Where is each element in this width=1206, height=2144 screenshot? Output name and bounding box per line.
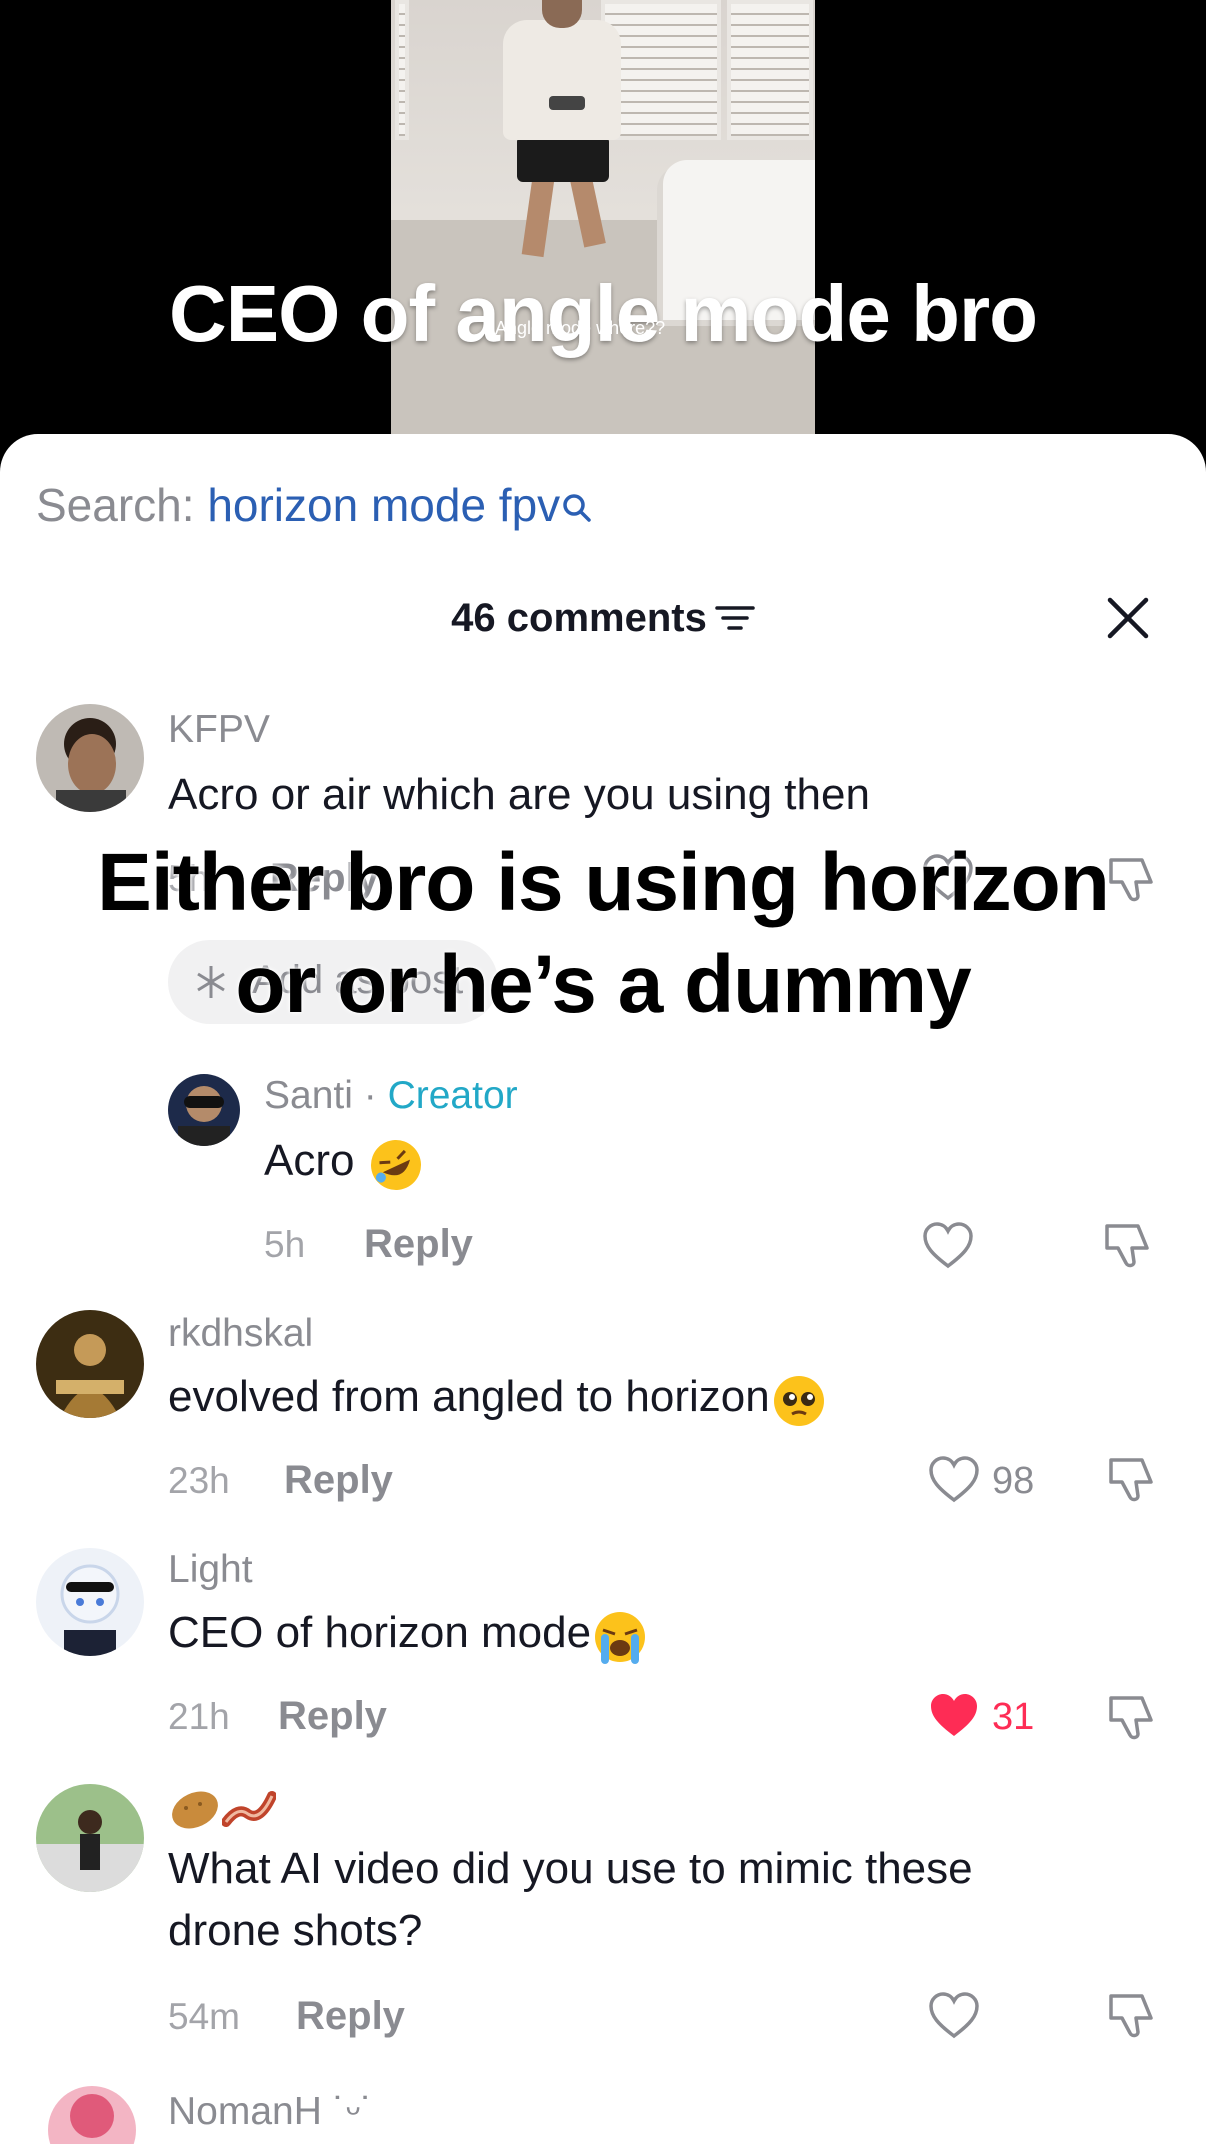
- comment-username[interactable]: NomanH ˙ᵕ˙: [168, 2090, 373, 2134]
- like-button[interactable]: [928, 1992, 980, 2045]
- reply-button[interactable]: Reply: [284, 1458, 393, 1503]
- pleading-face-emoji: [770, 1372, 824, 1427]
- reply-button[interactable]: Reply: [278, 1694, 387, 1739]
- video-subcaption: Angle mode where??: [495, 318, 666, 338]
- thumbs-down-icon: [1109, 1994, 1153, 2038]
- like-count: 31: [992, 1696, 1035, 1738]
- close-icon: [1107, 597, 1149, 639]
- comments-header[interactable]: 46 comments: [0, 596, 1206, 643]
- dislike-button[interactable]: [1106, 1692, 1156, 1747]
- person-shirt: [503, 20, 621, 140]
- rofl-emoji: [367, 1136, 421, 1191]
- dislike-button[interactable]: [1106, 1990, 1156, 2045]
- comment-text: What AI video did you use to mimic these: [168, 1844, 973, 1893]
- comment-text: Acro: [264, 1130, 421, 1192]
- thumbs-down-icon: [1109, 1696, 1153, 1740]
- comment-text-body: Acro: [264, 1136, 355, 1185]
- drone-controller: [549, 96, 585, 110]
- username-separator: ·: [352, 1074, 388, 1117]
- overlay-line: Either bro is using horizon: [97, 837, 1110, 928]
- overlay-line: or or he’s a dummy: [235, 939, 971, 1030]
- like-count: 98: [992, 1460, 1035, 1502]
- window-blinds: [727, 0, 813, 140]
- loudly-crying-emoji: [591, 1608, 646, 1665]
- comment-text: evolved from angled to horizon: [168, 1366, 824, 1428]
- video-frame: [391, 0, 815, 480]
- close-button[interactable]: [1104, 594, 1152, 642]
- heart-filled-icon: [931, 1694, 977, 1736]
- comment-text-body: evolved from angled to horizon: [168, 1372, 770, 1421]
- sort-icon[interactable]: [715, 598, 755, 643]
- like-button[interactable]: [928, 1456, 980, 1509]
- comment-text: Acro or air which are you using then: [168, 770, 870, 819]
- person-shorts: [517, 136, 609, 182]
- comment-time: 23h: [168, 1460, 230, 1501]
- avatar[interactable]: [48, 2086, 136, 2144]
- reply-button[interactable]: Reply: [296, 1994, 405, 2039]
- search-label: Search:: [36, 479, 208, 531]
- reply-button[interactable]: Reply: [364, 1222, 473, 1267]
- heart-outline-icon: [929, 1992, 979, 2039]
- like-button[interactable]: [928, 1692, 980, 1745]
- thumbs-down-icon: [1105, 1224, 1149, 1268]
- avatar[interactable]: [168, 1074, 240, 1146]
- comment-username[interactable]: [168, 1782, 277, 1836]
- comment-username[interactable]: rkdhskal: [168, 1312, 313, 1356]
- search-suggestion[interactable]: Search: horizon mode fpv: [36, 478, 592, 534]
- comment-time: 54m: [168, 1996, 240, 2037]
- avatar[interactable]: [36, 1784, 144, 1892]
- reply-time: 5h: [264, 1224, 306, 1265]
- creator-badge: Creator: [387, 1074, 518, 1117]
- like-button[interactable]: [922, 1222, 974, 1275]
- video-caption: CEO of angle mode bro: [169, 269, 1038, 358]
- reply-username[interactable]: Santi: [264, 1074, 353, 1117]
- thumbs-down-icon: [1109, 1458, 1153, 1502]
- comment-text: CEO of horizon mode: [168, 1602, 646, 1665]
- dislike-button[interactable]: [1106, 1454, 1156, 1509]
- comment-username[interactable]: Santi · Creator: [264, 1074, 518, 1118]
- search-term[interactable]: horizon mode fpv: [207, 479, 560, 531]
- comments-sheet: Search: horizon mode fpv 46 comments KFP…: [0, 434, 1206, 2144]
- comment-username[interactable]: KFPV: [168, 708, 270, 752]
- avatar[interactable]: [36, 1548, 144, 1656]
- comment-time: 21h: [168, 1696, 230, 1737]
- bacon-emoji: [221, 1782, 277, 1836]
- potato-emoji: [168, 1782, 222, 1836]
- comment-username[interactable]: Light: [168, 1548, 253, 1592]
- avatar[interactable]: [36, 704, 144, 812]
- comment-text: drone shots?: [168, 1906, 423, 1955]
- comments-count: 46 comments: [451, 596, 707, 640]
- comment-text-body: CEO of horizon mode: [168, 1608, 592, 1657]
- overlay-caption: Either bro is using horizon or or he’s a…: [0, 832, 1206, 1036]
- search-icon: [562, 480, 592, 534]
- heart-outline-icon: [929, 1456, 979, 1503]
- video-player[interactable]: CEO of angle mode bro Angle mode where??: [0, 0, 1206, 480]
- heart-outline-icon: [923, 1222, 973, 1269]
- window-blinds: [395, 0, 409, 140]
- dislike-button[interactable]: [1102, 1220, 1152, 1275]
- avatar[interactable]: [36, 1310, 144, 1418]
